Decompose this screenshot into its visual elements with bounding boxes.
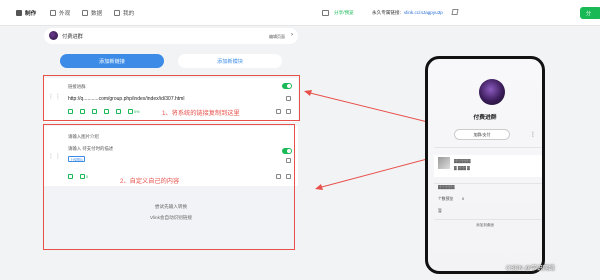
upload-image-button[interactable]: 上传图片 [68,156,85,162]
edit-page-link[interactable]: 编辑页面 [269,34,285,40]
more-menu-icon[interactable]: ⋮ [530,131,536,138]
phone-row-2: ▓ ▓▓▓ ▓ [454,166,470,170]
nav-mine[interactable]: 我的 [114,8,134,18]
user-icon [114,10,120,16]
group-name: 付费进群 [62,34,83,40]
add-link-button[interactable]: 添加新链接 [60,54,164,68]
annotation-note-1: 1、将系统的链接复制到这里 [162,110,240,117]
layout-icon[interactable] [80,109,85,114]
share-icon[interactable] [286,96,291,101]
phone-title: 付费进群 [473,115,497,121]
chart-icon [82,10,88,16]
divider [434,183,542,184]
drag-handle-icon[interactable]: ⋮⋮ [48,154,61,163]
top-bar: 制作 外观 数据 我的 分享/预览 永久专属链接: vlink.cc/4Jagp… [0,0,600,26]
phone-preview: 付费进群 加群/支付 ⋮ ▓▓▓▓▓▓ ▓ ▓▓▓ ▓ ▓▓▓▓▓▓ 个数预览 … [425,56,545,274]
nav-data[interactable]: 数据 [82,8,102,18]
link-icon[interactable] [68,174,73,179]
count-preview-value: 0 [462,197,465,201]
thumbnail-image [438,157,450,169]
nav-mine-label: 我的 [123,11,135,17]
lock-icon[interactable] [104,109,109,114]
add-to-desktop-button[interactable]: 添加到桌面 [460,221,510,229]
share-preview-link[interactable]: 分享/预览 [334,10,354,16]
watermark: CSDN @学识网络 [506,266,555,272]
nav-make[interactable]: 制作 [16,8,36,18]
group-avatar-large [479,79,505,105]
hint-line-1: 尝试先输入转换 [154,204,188,209]
expand-icon[interactable] [276,174,281,179]
link-url-input[interactable]: http://q...........com/group.php/index/i… [68,96,184,102]
clock-icon[interactable] [116,109,121,114]
pending-desc-input[interactable]: 请输入 待支付时的描述 [68,146,113,152]
image-intro-input[interactable]: 请输入图片介绍 [68,134,99,140]
drag-handle-icon[interactable]: ⋮⋮ [48,94,61,103]
share-label: 永久专属链接: [372,10,401,15]
divider [434,219,542,220]
phone-join-button[interactable]: 加群/支付 [454,129,510,140]
image-icon[interactable] [68,109,73,114]
annotation-note-2: 2、自定义自己的内容 [120,178,180,185]
click-count: 0 [86,174,89,179]
divider [434,147,542,148]
content-block [434,155,542,177]
content-toggle[interactable] [282,148,292,154]
phone-row-1: ▓▓▓▓▓▓ [454,159,471,163]
custom-content-card: ⋮⋮ 请输入图片介绍 请输入 待支付时的描述 0 [44,126,298,250]
link-label: 链接进群 [68,84,86,89]
phone-row-3: ▓▓▓▓▓▓ [438,185,455,189]
count-preview-label: 个数预览 [438,197,454,201]
delete-icon[interactable] [286,174,291,179]
stats-icon[interactable] [128,109,133,114]
top-action-button[interactable]: 分 [580,7,600,19]
group-avatar [49,31,58,40]
expand-icon[interactable] [276,109,281,114]
group-selector[interactable]: 付费进群 编辑页面 › [44,28,298,44]
hint-line-2: Vlink会自动识别链接 [149,215,193,220]
nav-make-label: 制作 [25,11,37,17]
preview-icon[interactable] [322,10,329,16]
nav-appearance-label: 外观 [59,11,71,17]
nav-appearance[interactable]: 外观 [50,8,70,18]
star-icon[interactable] [92,109,97,114]
grid-icon [16,10,22,16]
link-toggle[interactable] [282,83,292,89]
chevron-right-icon: › [291,32,293,38]
delete-icon[interactable] [286,109,291,114]
share-url[interactable]: vlink.cc/4Jagpyu3p [404,10,443,15]
nav-data-label: 数据 [91,11,103,17]
status-label: 暂 [438,209,442,213]
edit-icon[interactable] [451,9,459,15]
share-icon[interactable] [286,158,291,163]
add-module-button[interactable]: 添加新模块 [178,54,282,68]
palette-icon [50,10,56,16]
click-rate: 0% [134,109,140,114]
stats-icon[interactable] [80,174,85,179]
